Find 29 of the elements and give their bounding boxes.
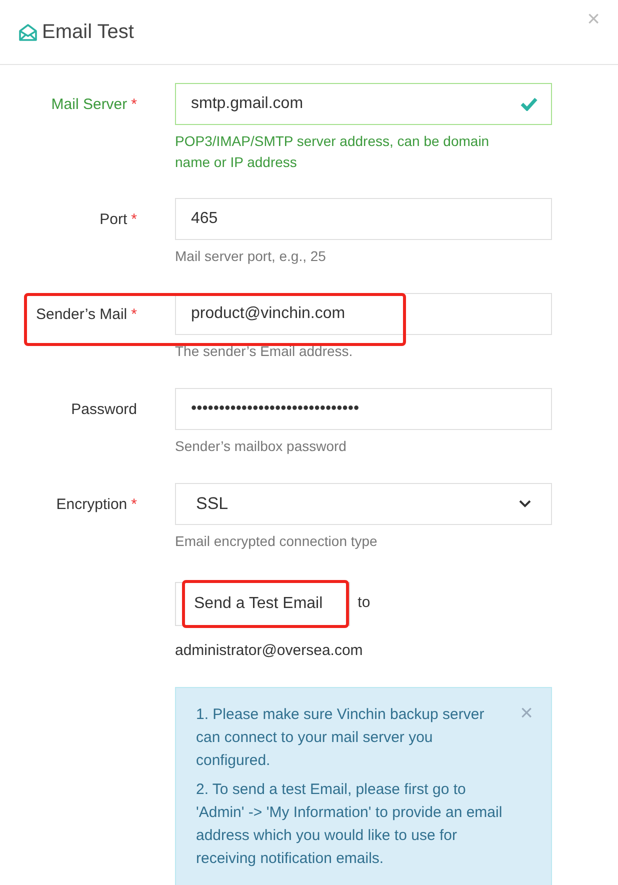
hint-text: POP3/IMAP/SMTP server address, can be domain name or IP address	[175, 132, 490, 172]
required-mark: *	[131, 496, 137, 513]
hint-text: The sender’s Email address.	[175, 342, 354, 361]
chevron-down-icon	[519, 500, 531, 508]
alert-text: 1. Please make sure Vinchin backup server can connect to your mail server you configured.	[196, 704, 486, 770]
input-field[interactable]: smtp.gmail.com	[175, 83, 552, 125]
field-label: Sender’s Mail	[36, 306, 128, 323]
alert-text: 2. To send a test Email, please first go to 'Admin' -> 'My Information' to provide an email address which you would like to use for receiving notification emails.	[196, 780, 504, 868]
hint-text: Mail server port, e.g., 25	[175, 247, 327, 266]
required-mark: *	[131, 306, 137, 323]
dialog-title: Email Test	[42, 20, 134, 45]
encryption-select[interactable]: SSL	[175, 483, 552, 525]
select-value: SSL	[196, 493, 228, 516]
field-label: Encryption	[56, 496, 128, 513]
field-label: Port	[100, 211, 128, 228]
field-label: Mail Server	[51, 96, 128, 113]
hint-text: Email encrypted connection type	[175, 532, 378, 551]
required-mark: *	[131, 96, 137, 113]
recipient-email: administrator@oversea.com	[175, 641, 364, 661]
send-test-button[interactable]: Send a Test Email	[175, 582, 350, 626]
input-field[interactable]: product@vinchin.com	[175, 293, 552, 335]
field-label: Password	[71, 401, 137, 418]
to-label: to	[358, 593, 370, 613]
required-mark: *	[131, 211, 137, 228]
hint-text: Sender’s mailbox password	[175, 437, 348, 456]
checkmark-icon	[520, 97, 538, 111]
input-field[interactable]: 465	[175, 198, 552, 240]
envelope-icon	[18, 22, 38, 42]
password-field[interactable]: ••••••••••••••••••••••••••••••	[175, 388, 552, 430]
